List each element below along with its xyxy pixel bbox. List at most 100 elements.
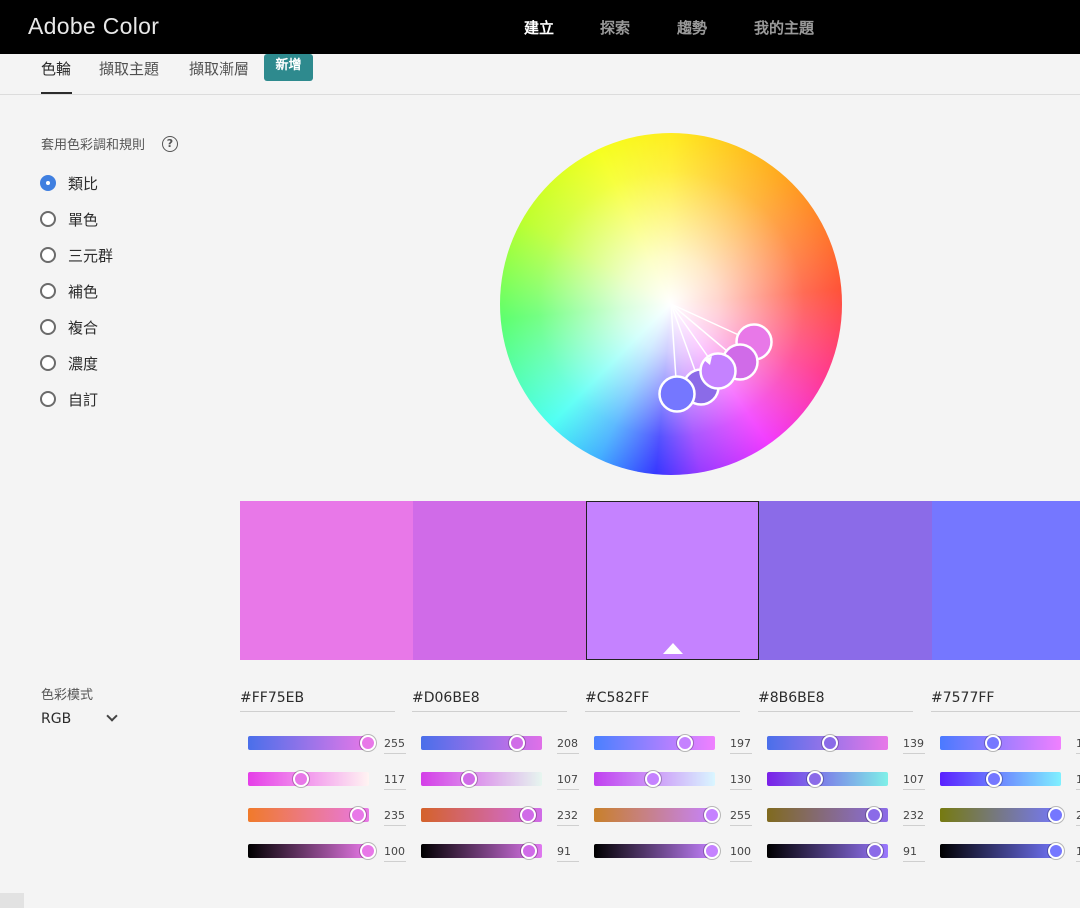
green-value[interactable]: 130	[730, 773, 752, 790]
blue-value[interactable]: 2	[1076, 809, 1080, 826]
hex-input[interactable]: #8B6BE8	[758, 690, 913, 712]
brightness-value[interactable]: 91	[903, 845, 925, 862]
slider-knob[interactable]	[293, 771, 309, 787]
green-slider[interactable]	[767, 771, 888, 787]
green-value[interactable]: 1	[1076, 773, 1080, 790]
green-value[interactable]: 107	[557, 773, 579, 790]
slider-knob[interactable]	[461, 771, 477, 787]
brightness-slider[interactable]	[421, 843, 542, 859]
color-wheel-handles[interactable]	[500, 133, 842, 475]
wheel-handle-selected[interactable]	[699, 352, 737, 390]
rule-option-monochromatic[interactable]: 單色	[40, 209, 98, 229]
color-wheel[interactable]	[500, 133, 842, 475]
slider-knob[interactable]	[985, 735, 1001, 751]
red-slider[interactable]	[248, 735, 376, 751]
brightness-value[interactable]: 100	[384, 845, 406, 862]
slider-knob[interactable]	[520, 807, 536, 823]
brightness-value[interactable]: 1	[1076, 845, 1080, 862]
radio-checked-icon[interactable]	[40, 175, 56, 191]
swatch[interactable]	[932, 501, 1080, 660]
green-slider[interactable]	[421, 771, 542, 787]
red-slider[interactable]	[594, 735, 715, 751]
radio-icon[interactable]	[40, 283, 56, 299]
radio-icon[interactable]	[40, 211, 56, 227]
nav-create[interactable]: 建立	[524, 17, 554, 38]
rule-option-analogous[interactable]: 類比	[40, 173, 98, 193]
nav-trends[interactable]: 趨勢	[677, 17, 707, 38]
red-value[interactable]: 208	[557, 737, 579, 754]
slider-knob[interactable]	[1048, 807, 1064, 823]
swatch[interactable]	[759, 501, 932, 660]
brightness-slider[interactable]	[594, 843, 720, 859]
blue-value[interactable]: 232	[557, 809, 579, 826]
slider-knob[interactable]	[807, 771, 823, 787]
swatch[interactable]	[413, 501, 586, 660]
slider-knob[interactable]	[509, 735, 525, 751]
red-value[interactable]: 1	[1076, 737, 1080, 754]
blue-slider[interactable]	[421, 807, 542, 823]
green-slider[interactable]	[594, 771, 715, 787]
hex-input[interactable]: #FF75EB	[240, 690, 395, 712]
tab-extract-theme[interactable]: 擷取主題	[99, 58, 159, 79]
swatch[interactable]	[240, 501, 413, 660]
green-slider[interactable]	[248, 771, 369, 787]
rule-option-shades[interactable]: 濃度	[40, 353, 98, 373]
brightness-slider[interactable]	[767, 843, 888, 859]
question-circle-icon[interactable]: ?	[162, 136, 178, 152]
rule-option-custom[interactable]: 自訂	[40, 389, 98, 409]
radio-icon[interactable]	[40, 391, 56, 407]
green-value[interactable]: 107	[903, 773, 925, 790]
green-value[interactable]: 117	[384, 773, 406, 790]
rule-option-complementary[interactable]: 補色	[40, 281, 98, 301]
red-value[interactable]: 197	[730, 737, 752, 754]
color-mode-select[interactable]: RGB	[41, 711, 71, 727]
wheel-handle[interactable]	[658, 375, 696, 413]
blue-value[interactable]: 232	[903, 809, 925, 826]
slider-knob[interactable]	[350, 807, 366, 823]
brightness-value[interactable]: 100	[730, 845, 752, 862]
swatch-selected[interactable]	[586, 501, 759, 660]
hex-input[interactable]: #C582FF	[585, 690, 740, 712]
slider-knob[interactable]	[867, 843, 883, 859]
rule-option-triad[interactable]: 三元群	[40, 245, 113, 265]
brand-logo[interactable]: Adobe Color	[28, 13, 159, 40]
blue-slider[interactable]	[248, 807, 369, 823]
tab-extract-gradient[interactable]: 擷取漸層	[189, 58, 249, 79]
blue-value[interactable]: 235	[384, 809, 406, 826]
slider-knob[interactable]	[704, 807, 720, 823]
slider-knob[interactable]	[360, 843, 376, 859]
red-slider[interactable]	[421, 735, 542, 751]
hex-input[interactable]: #D06BE8	[412, 690, 567, 712]
slider-knob[interactable]	[704, 843, 720, 859]
slider-knob[interactable]	[1048, 843, 1064, 859]
slider-knob[interactable]	[521, 843, 537, 859]
hex-input[interactable]: #7577FF	[931, 690, 1080, 712]
green-slider[interactable]	[940, 771, 1061, 787]
red-value[interactable]: 255	[384, 737, 406, 754]
red-slider[interactable]	[940, 735, 1061, 751]
blue-slider[interactable]	[767, 807, 888, 823]
blue-slider[interactable]	[594, 807, 720, 823]
radio-icon[interactable]	[40, 247, 56, 263]
red-value[interactable]: 139	[903, 737, 925, 754]
slider-knob[interactable]	[360, 735, 376, 751]
brightness-value[interactable]: 91	[557, 845, 579, 862]
chevron-down-icon[interactable]	[106, 710, 118, 722]
radio-icon[interactable]	[40, 319, 56, 335]
slider-knob[interactable]	[866, 807, 882, 823]
rule-option-compound[interactable]: 複合	[40, 317, 98, 337]
blue-slider[interactable]	[940, 807, 1064, 823]
slider-knob[interactable]	[822, 735, 838, 751]
harmony-rules-title: 套用色彩調和規則	[41, 138, 146, 153]
tab-color-wheel[interactable]: 色輪	[41, 58, 71, 79]
slider-knob[interactable]	[677, 735, 693, 751]
slider-knob[interactable]	[645, 771, 661, 787]
brightness-slider[interactable]	[248, 843, 376, 859]
slider-knob[interactable]	[986, 771, 1002, 787]
nav-my-themes[interactable]: 我的主題	[754, 17, 814, 38]
red-slider[interactable]	[767, 735, 888, 751]
nav-explore[interactable]: 探索	[600, 17, 630, 38]
brightness-slider[interactable]	[940, 843, 1064, 859]
radio-icon[interactable]	[40, 355, 56, 371]
blue-value[interactable]: 255	[730, 809, 752, 826]
